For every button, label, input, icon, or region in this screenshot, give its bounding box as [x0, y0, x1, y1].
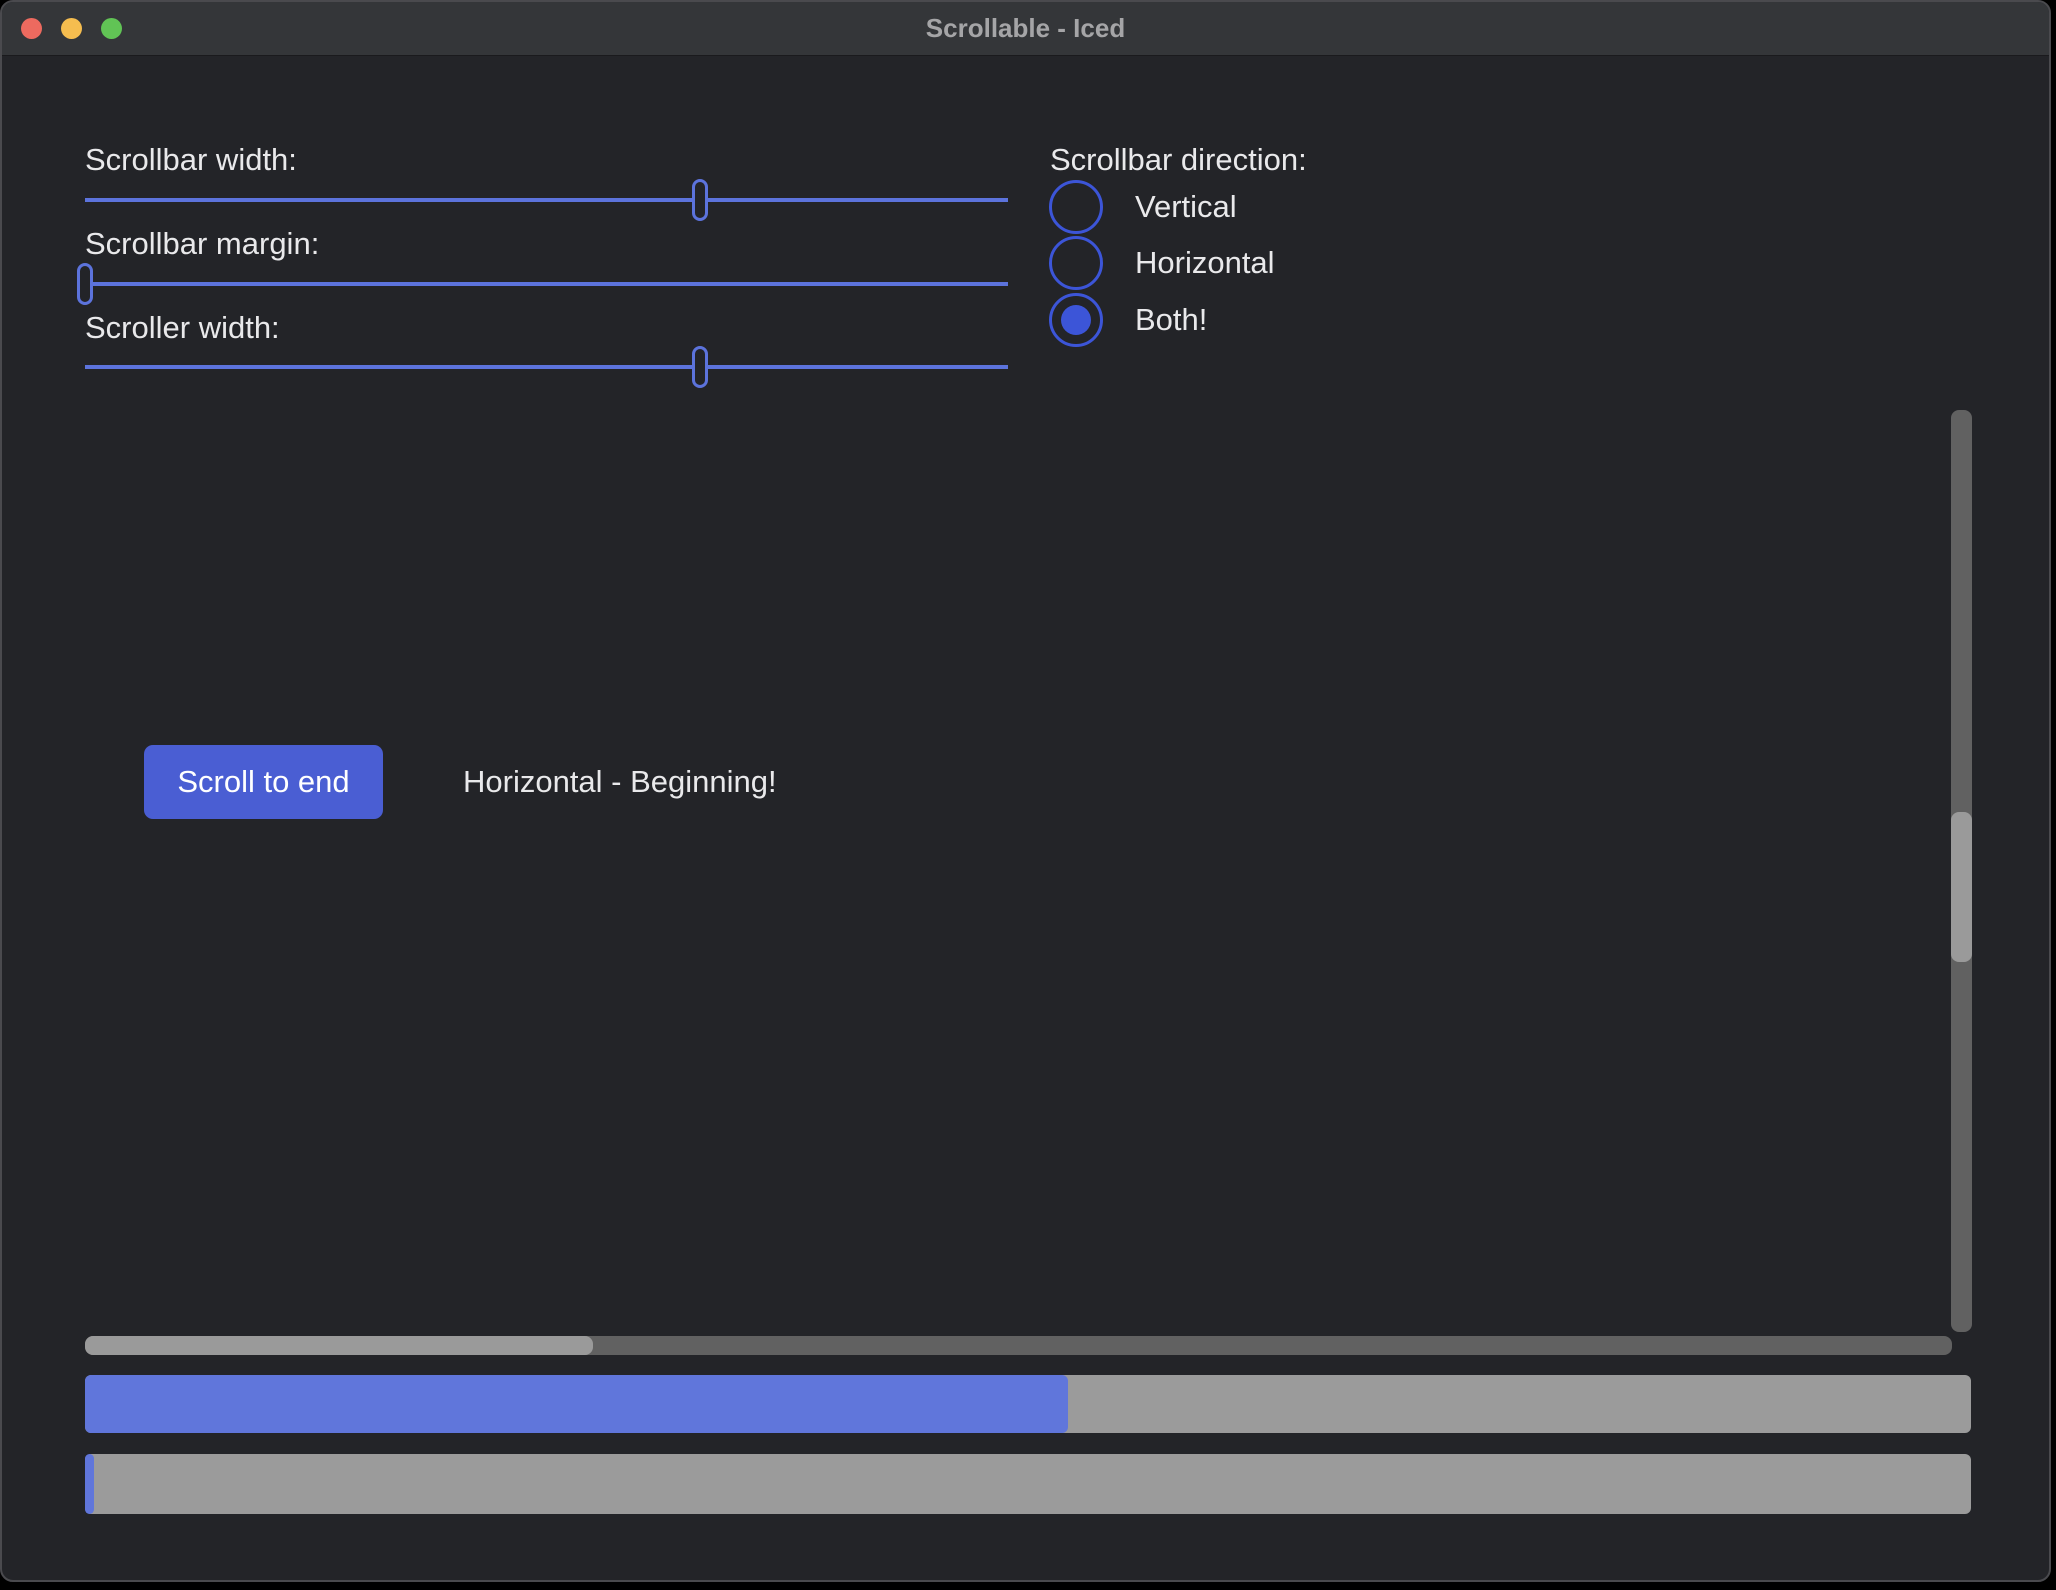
radio-label: Vertical: [1135, 189, 1237, 225]
scroll-to-end-button[interactable]: Scroll to end: [144, 745, 383, 819]
progress-fill: [85, 1454, 94, 1514]
radio-dot-icon: [1061, 305, 1091, 335]
radio-circle-icon: [1049, 236, 1103, 290]
slider-track: [85, 365, 1008, 369]
scrollbar-width-slider[interactable]: [85, 179, 1008, 221]
radio-option-horizontal[interactable]: Horizontal: [1049, 235, 1275, 291]
titlebar[interactable]: Scrollable - Iced: [2, 2, 2049, 56]
scrollbar-margin-slider[interactable]: [85, 263, 1008, 305]
horizontal-scroller[interactable]: [85, 1336, 593, 1355]
screen: Scrollable - Iced Scrollbar width: Scrol…: [0, 0, 2056, 1590]
scroller-width-label: Scroller width:: [85, 308, 280, 348]
horizontal-progress-bar: [85, 1375, 1971, 1433]
slider-track: [85, 282, 1008, 286]
window-title: Scrollable - Iced: [2, 2, 2049, 55]
scroll-status-text: Horizontal - Beginning!: [463, 762, 777, 802]
radio-option-vertical[interactable]: Vertical: [1049, 179, 1237, 235]
slider-handle[interactable]: [692, 179, 708, 221]
radio-option-both[interactable]: Both!: [1049, 292, 1207, 348]
vertical-scroller[interactable]: [1951, 812, 1972, 962]
vertical-scrollbar-track[interactable]: [1951, 410, 1972, 1332]
radio-circle-icon: [1049, 180, 1103, 234]
vertical-progress-bar: [85, 1454, 1971, 1514]
horizontal-scrollbar-track[interactable]: [85, 1336, 1952, 1355]
slider-track: [85, 198, 1008, 202]
slider-handle[interactable]: [77, 263, 93, 305]
progress-fill: [85, 1375, 1068, 1433]
scrollbar-width-label: Scrollbar width:: [85, 140, 297, 180]
scrollbar-direction-label: Scrollbar direction:: [1050, 140, 1307, 180]
radio-label: Horizontal: [1135, 245, 1275, 281]
radio-circle-icon: [1049, 293, 1103, 347]
radio-label: Both!: [1135, 302, 1207, 338]
app-window: Scrollable - Iced Scrollbar width: Scrol…: [0, 0, 2051, 1582]
slider-handle[interactable]: [692, 346, 708, 388]
scrollbar-margin-label: Scrollbar margin:: [85, 224, 319, 264]
scroller-width-slider[interactable]: [85, 346, 1008, 388]
